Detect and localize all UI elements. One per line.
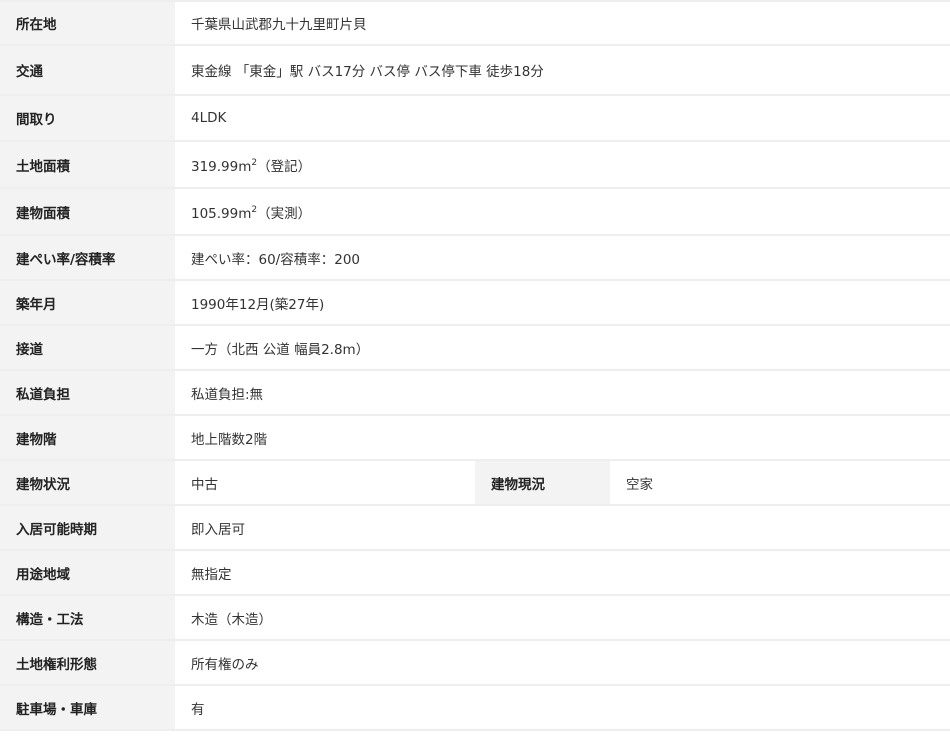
row-label-built-date: 築年月 [0, 281, 175, 326]
row-value-layout: 4LDK [175, 96, 950, 142]
row-value-private-road: 私道負担:無 [175, 371, 950, 416]
row-value-parking: 有 [175, 686, 950, 731]
row-value-transport: 東金線 「東金」駅 バス17分 バス停 バス停下車 徒歩18分 [175, 46, 950, 96]
table-row-private-road: 私道負担 私道負担:無 [0, 371, 950, 416]
row-label-building-condition: 建物状況 [0, 461, 175, 506]
land-area-note: （登記） [257, 158, 312, 175]
table-row-transport: 交通 東金線 「東金」駅 バス17分 バス停 バス停下車 徒歩18分 [0, 46, 950, 96]
row-value-coverage-ratio: 建ぺい率：60/容積率：200 [175, 236, 950, 281]
row-label-floors: 建物階 [0, 416, 175, 461]
row-label-road-access: 接道 [0, 326, 175, 371]
table-row-land-area: 土地面積 319.99m2（登記） [0, 142, 950, 189]
row-label-coverage-ratio: 建ぺい率/容積率 [0, 236, 175, 281]
table-row-building-condition: 建物状況 中古 建物現況 空家 [0, 461, 950, 506]
row-label-private-road: 私道負担 [0, 371, 175, 416]
table-row-layout: 間取り 4LDK [0, 96, 950, 142]
row-label-building-current-status: 建物現況 [475, 461, 610, 506]
table-row-built-date: 築年月 1990年12月(築27年) [0, 281, 950, 326]
row-label-zoning: 用途地域 [0, 551, 175, 596]
table-row-move-in: 入居可能時期 即入居可 [0, 506, 950, 551]
row-label-building-area: 建物面積 [0, 189, 175, 236]
building-area-number: 105.99m [191, 205, 252, 222]
table-row-floors: 建物階 地上階数2階 [0, 416, 950, 461]
row-label-transport: 交通 [0, 46, 175, 96]
table-row-coverage-ratio: 建ぺい率/容積率 建ぺい率：60/容積率：200 [0, 236, 950, 281]
table-row-structure: 構造・工法 木造（木造） [0, 596, 950, 641]
land-area-number: 319.99m [191, 158, 252, 175]
row-value-land-area: 319.99m2（登記） [175, 142, 950, 189]
row-label-move-in: 入居可能時期 [0, 506, 175, 551]
row-value-building-area: 105.99m2（実測） [175, 189, 950, 236]
row-value-zoning: 無指定 [175, 551, 950, 596]
table-row-location: 所在地 千葉県山武郡九十九里町片貝 [0, 0, 950, 46]
row-value-structure: 木造（木造） [175, 596, 950, 641]
row-label-location: 所在地 [0, 0, 175, 46]
row-value-building-condition: 中古 [175, 461, 475, 506]
property-spec-table: 所在地 千葉県山武郡九十九里町片貝 交通 東金線 「東金」駅 バス17分 バス停… [0, 0, 950, 731]
row-value-floors: 地上階数2階 [175, 416, 950, 461]
table-row-road-access: 接道 一方（北西 公道 幅員2.8m） [0, 326, 950, 371]
row-value-move-in: 即入居可 [175, 506, 950, 551]
table-row-parking: 駐車場・車庫 有 [0, 686, 950, 731]
row-label-layout: 間取り [0, 96, 175, 142]
row-value-location: 千葉県山武郡九十九里町片貝 [175, 0, 950, 46]
row-value-building-current-status: 空家 [610, 461, 950, 506]
table-row-zoning: 用途地域 無指定 [0, 551, 950, 596]
table-row-land-rights: 土地権利形態 所有権のみ [0, 641, 950, 686]
row-value-road-access: 一方（北西 公道 幅員2.8m） [175, 326, 950, 371]
building-area-note: （実測） [257, 205, 312, 222]
row-label-land-rights: 土地権利形態 [0, 641, 175, 686]
row-value-land-rights: 所有権のみ [175, 641, 950, 686]
row-label-land-area: 土地面積 [0, 142, 175, 189]
table-row-building-area: 建物面積 105.99m2（実測） [0, 189, 950, 236]
row-label-parking: 駐車場・車庫 [0, 686, 175, 731]
row-label-structure: 構造・工法 [0, 596, 175, 641]
row-value-built-date: 1990年12月(築27年) [175, 281, 950, 326]
